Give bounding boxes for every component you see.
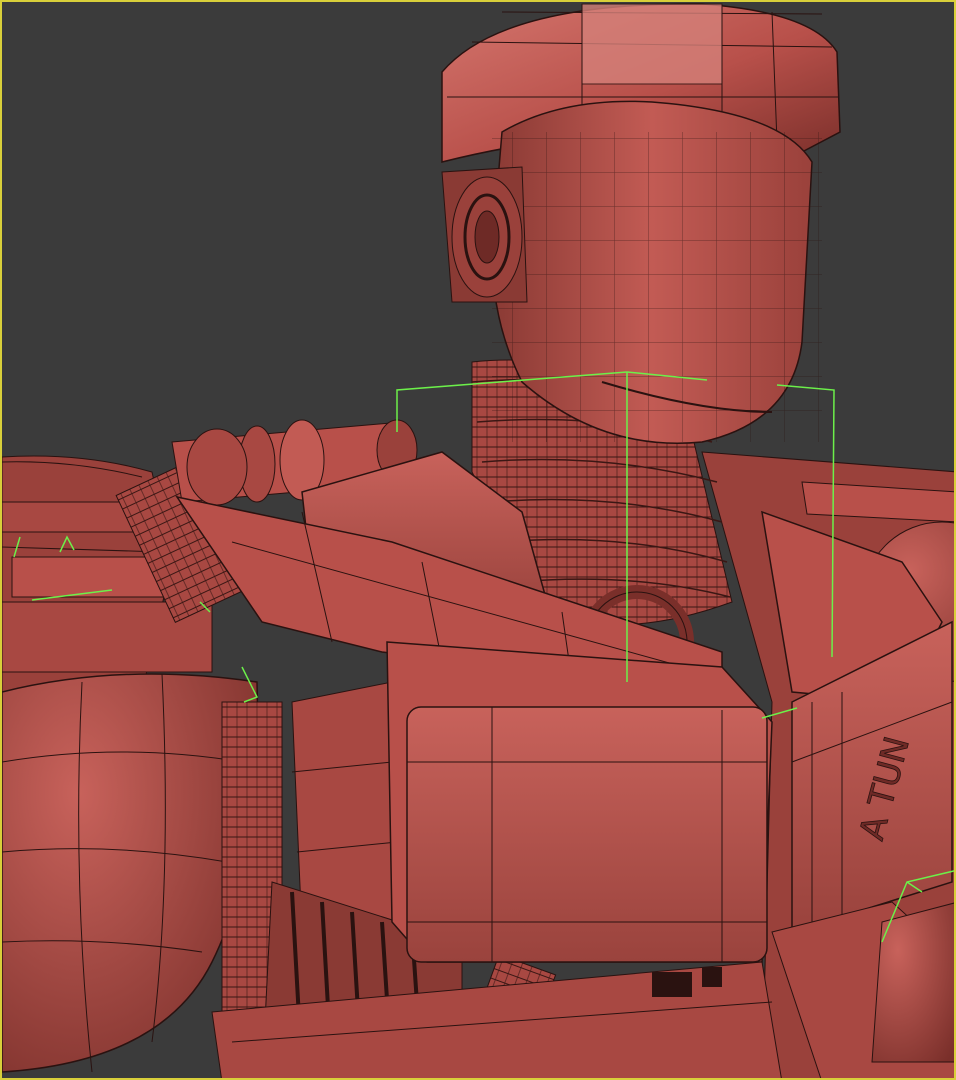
helmet[interactable] <box>441 3 841 444</box>
robot-model-render[interactable]: A TUN <box>2 2 956 1080</box>
3d-viewport[interactable]: A TUN <box>0 0 956 1080</box>
